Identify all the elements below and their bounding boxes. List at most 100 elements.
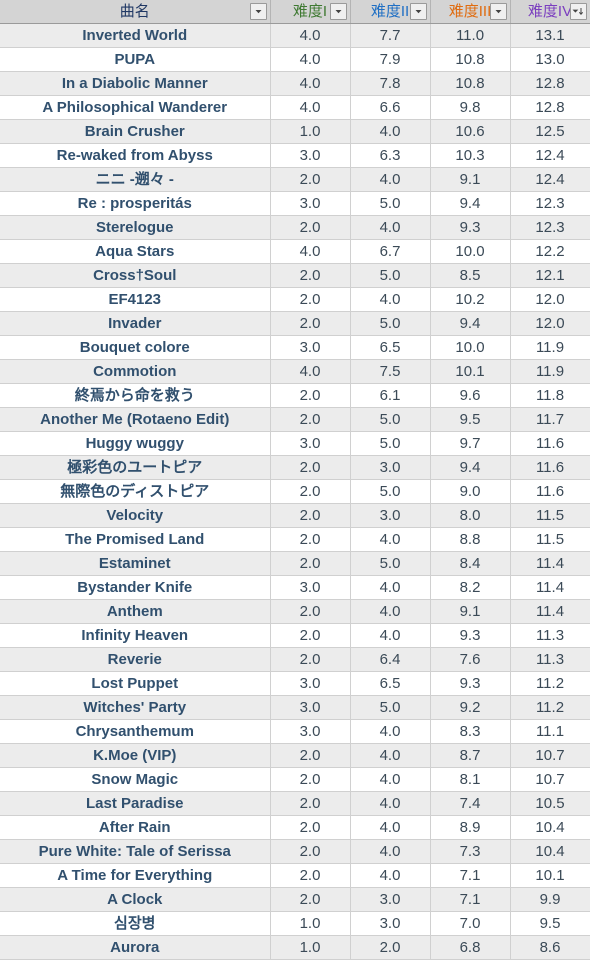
cell-difficulty-1[interactable]: 2.0	[270, 887, 351, 912]
table-row[interactable]: A Time for Everything 2.0 4.0 7.1 10.1	[0, 863, 590, 888]
cell-song-title[interactable]: Infinity Heaven	[0, 623, 271, 648]
cell-difficulty-3[interactable]: 8.5	[430, 263, 511, 288]
cell-difficulty-4[interactable]: 13.1	[510, 23, 590, 48]
cell-difficulty-3[interactable]: 10.0	[430, 335, 511, 360]
cell-difficulty-2[interactable]: 7.8	[350, 71, 431, 96]
cell-difficulty-2[interactable]: 6.4	[350, 647, 431, 672]
cell-difficulty-4[interactable]: 12.0	[510, 311, 590, 336]
cell-difficulty-3[interactable]: 9.5	[430, 407, 511, 432]
cell-difficulty-1[interactable]: 2.0	[270, 503, 351, 528]
cell-difficulty-2[interactable]: 4.0	[350, 527, 431, 552]
cell-difficulty-1[interactable]: 3.0	[270, 335, 351, 360]
chevron-down-icon[interactable]	[409, 3, 427, 20]
chevron-down-icon[interactable]	[249, 3, 267, 20]
cell-difficulty-1[interactable]: 3.0	[270, 719, 351, 744]
cell-difficulty-4[interactable]: 10.1	[510, 863, 590, 888]
cell-difficulty-4[interactable]: 11.5	[510, 503, 590, 528]
cell-difficulty-1[interactable]: 2.0	[270, 839, 351, 864]
cell-difficulty-4[interactable]: 13.0	[510, 47, 590, 72]
cell-song-title[interactable]: Snow Magic	[0, 767, 271, 792]
cell-song-title[interactable]: PUPA	[0, 47, 271, 72]
sort-descending-icon[interactable]	[569, 3, 587, 20]
cell-difficulty-1[interactable]: 4.0	[270, 359, 351, 384]
cell-difficulty-1[interactable]: 3.0	[270, 695, 351, 720]
cell-difficulty-2[interactable]: 4.0	[350, 791, 431, 816]
cell-difficulty-1[interactable]: 2.0	[270, 527, 351, 552]
cell-difficulty-1[interactable]: 2.0	[270, 551, 351, 576]
cell-difficulty-3[interactable]: 9.3	[430, 623, 511, 648]
cell-difficulty-2[interactable]: 5.0	[350, 191, 431, 216]
cell-song-title[interactable]: Reverie	[0, 647, 271, 672]
cell-difficulty-4[interactable]: 11.3	[510, 647, 590, 672]
cell-difficulty-4[interactable]: 10.4	[510, 839, 590, 864]
cell-song-title[interactable]: In a Diabolic Manner	[0, 71, 271, 96]
cell-difficulty-3[interactable]: 7.6	[430, 647, 511, 672]
cell-difficulty-4[interactable]: 10.7	[510, 743, 590, 768]
cell-difficulty-2[interactable]: 4.0	[350, 815, 431, 840]
cell-song-title[interactable]: Chrysanthemum	[0, 719, 271, 744]
table-row[interactable]: Aqua Stars 4.0 6.7 10.0 12.2	[0, 239, 590, 264]
column-header-difficulty-2[interactable]: 难度II	[350, 0, 431, 24]
cell-difficulty-3[interactable]: 8.2	[430, 575, 511, 600]
cell-difficulty-3[interactable]: 9.3	[430, 671, 511, 696]
cell-difficulty-4[interactable]: 12.3	[510, 191, 590, 216]
cell-difficulty-2[interactable]: 4.0	[350, 287, 431, 312]
table-row[interactable]: EF4123 2.0 4.0 10.2 12.0	[0, 287, 590, 312]
table-row[interactable]: In a Diabolic Manner 4.0 7.8 10.8 12.8	[0, 71, 590, 96]
cell-difficulty-3[interactable]: 9.7	[430, 431, 511, 456]
cell-difficulty-1[interactable]: 2.0	[270, 791, 351, 816]
cell-difficulty-3[interactable]: 9.3	[430, 215, 511, 240]
cell-song-title[interactable]: Bouquet colore	[0, 335, 271, 360]
cell-difficulty-2[interactable]: 3.0	[350, 887, 431, 912]
cell-song-title[interactable]: Pure White: Tale of Serissa	[0, 839, 271, 864]
cell-difficulty-1[interactable]: 3.0	[270, 431, 351, 456]
table-row[interactable]: Commotion 4.0 7.5 10.1 11.9	[0, 359, 590, 384]
table-row[interactable]: Snow Magic 2.0 4.0 8.1 10.7	[0, 767, 590, 792]
table-row[interactable]: Another Me (Rotaeno Edit) 2.0 5.0 9.5 11.7	[0, 407, 590, 432]
cell-song-title[interactable]: Estaminet	[0, 551, 271, 576]
table-row[interactable]: A Clock 2.0 3.0 7.1 9.9	[0, 887, 590, 912]
cell-difficulty-4[interactable]: 10.7	[510, 767, 590, 792]
table-row[interactable]: Inverted World 4.0 7.7 11.0 13.1	[0, 23, 590, 48]
cell-difficulty-3[interactable]: 10.0	[430, 239, 511, 264]
column-header-difficulty-4[interactable]: 难度IV	[510, 0, 590, 24]
cell-difficulty-2[interactable]: 6.5	[350, 335, 431, 360]
cell-difficulty-4[interactable]: 11.8	[510, 383, 590, 408]
cell-difficulty-2[interactable]: 5.0	[350, 551, 431, 576]
cell-song-title[interactable]: 終焉から命を救う	[0, 383, 271, 408]
cell-difficulty-2[interactable]: 4.0	[350, 719, 431, 744]
cell-difficulty-4[interactable]: 12.5	[510, 119, 590, 144]
cell-difficulty-2[interactable]: 5.0	[350, 695, 431, 720]
cell-difficulty-4[interactable]: 12.3	[510, 215, 590, 240]
cell-difficulty-4[interactable]: 11.4	[510, 551, 590, 576]
cell-difficulty-3[interactable]: 10.8	[430, 47, 511, 72]
cell-song-title[interactable]: The Promised Land	[0, 527, 271, 552]
table-row[interactable]: Estaminet 2.0 5.0 8.4 11.4	[0, 551, 590, 576]
cell-difficulty-4[interactable]: 9.5	[510, 911, 590, 936]
cell-difficulty-4[interactable]: 10.5	[510, 791, 590, 816]
cell-song-title[interactable]: K.Moe (VIP)	[0, 743, 271, 768]
table-row[interactable]: Re-waked from Abyss 3.0 6.3 10.3 12.4	[0, 143, 590, 168]
cell-song-title[interactable]: Brain Crusher	[0, 119, 271, 144]
cell-difficulty-1[interactable]: 4.0	[270, 47, 351, 72]
cell-song-title[interactable]: Re-waked from Abyss	[0, 143, 271, 168]
cell-song-title[interactable]: Witches' Party	[0, 695, 271, 720]
table-row[interactable]: Infinity Heaven 2.0 4.0 9.3 11.3	[0, 623, 590, 648]
cell-difficulty-1[interactable]: 2.0	[270, 815, 351, 840]
cell-difficulty-2[interactable]: 4.0	[350, 575, 431, 600]
cell-difficulty-1[interactable]: 2.0	[270, 407, 351, 432]
cell-song-title[interactable]: Inverted World	[0, 23, 271, 48]
cell-difficulty-1[interactable]: 1.0	[270, 119, 351, 144]
cell-song-title[interactable]: Another Me (Rotaeno Edit)	[0, 407, 271, 432]
table-row[interactable]: 無際色のディストピア 2.0 5.0 9.0 11.6	[0, 479, 590, 504]
cell-difficulty-2[interactable]: 5.0	[350, 263, 431, 288]
cell-song-title[interactable]: Bystander Knife	[0, 575, 271, 600]
cell-song-title[interactable]: After Rain	[0, 815, 271, 840]
cell-difficulty-3[interactable]: 9.0	[430, 479, 511, 504]
table-row[interactable]: Lost Puppet 3.0 6.5 9.3 11.2	[0, 671, 590, 696]
cell-difficulty-3[interactable]: 10.1	[430, 359, 511, 384]
cell-difficulty-3[interactable]: 9.8	[430, 95, 511, 120]
cell-difficulty-4[interactable]: 11.7	[510, 407, 590, 432]
cell-difficulty-1[interactable]: 3.0	[270, 575, 351, 600]
table-row[interactable]: Bystander Knife 3.0 4.0 8.2 11.4	[0, 575, 590, 600]
